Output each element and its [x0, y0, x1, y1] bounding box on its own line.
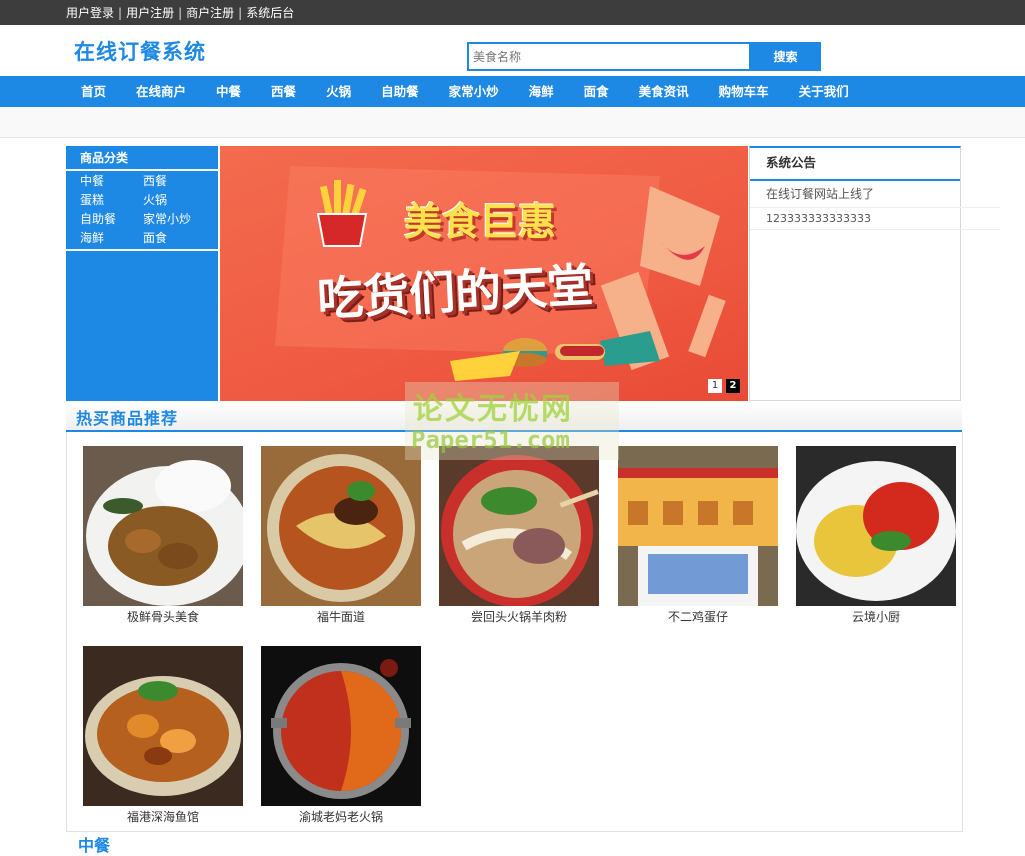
hotpot-icon	[261, 646, 421, 806]
banner-pagination: 1 2	[708, 379, 740, 393]
beef-noodle-bowl-icon	[261, 446, 421, 606]
admin-link[interactable]: 系统后台	[246, 4, 294, 21]
banner-page-2[interactable]: 2	[726, 379, 740, 393]
notice-item[interactable]: 在线订餐网站上线了	[750, 181, 1000, 208]
nav-item-merchants[interactable]: 在线商户	[121, 76, 201, 107]
product-image[interactable]	[618, 446, 778, 606]
product-name[interactable]: 福港深海鱼馆	[83, 807, 243, 827]
hotdog-icon	[555, 344, 605, 360]
egg-waffle-shop-icon	[618, 446, 778, 606]
link-separator: |	[118, 5, 123, 20]
category-sidebar: 商品分类 中餐 西餐 蛋糕 火锅 自助餐 家常小炒 海鲜 面食	[66, 146, 218, 401]
user-login-link[interactable]: 用户登录	[66, 4, 114, 21]
product-image[interactable]	[439, 446, 599, 606]
category-item[interactable]: 海鲜	[80, 229, 143, 247]
category-item[interactable]: 西餐	[143, 172, 213, 190]
notice-panel: 系统公告 在线订餐网站上线了 123333333333333	[749, 146, 1000, 401]
product-image[interactable]	[83, 646, 243, 806]
top-bar: 用户登录 | 用户注册 | 商户注册 | 系统后台	[0, 0, 1025, 25]
site-logo[interactable]: 在线订餐系统	[74, 36, 206, 66]
nav-item-hotpot[interactable]: 火锅	[311, 76, 366, 107]
nav-item-homestyle[interactable]: 家常小炒	[434, 76, 514, 107]
category-item[interactable]: 自助餐	[80, 210, 143, 228]
product-card[interactable]: 渝城老妈老火锅	[261, 646, 421, 827]
product-name[interactable]: 极鲜骨头美食	[83, 607, 243, 627]
product-card[interactable]: 不二鸡蛋仔	[618, 446, 778, 627]
banner-headline: 美食巨惠	[403, 200, 556, 244]
category-title: 商品分类	[66, 146, 218, 171]
main-nav: 首页 在线商户 中餐 西餐 火锅 自助餐 家常小炒 海鲜 面食 美食资讯 购物车…	[0, 76, 1025, 107]
fish-stew-bowl-icon	[83, 646, 243, 806]
top-links: 用户登录 | 用户注册 | 商户注册 | 系统后台	[66, 0, 294, 25]
link-separator: |	[178, 5, 183, 20]
hot-products-grid: 极鲜骨头美食 福牛面道 尝回头火锅羊肉粉 不二鸡蛋仔 云境小厨 福港深海鱼馆 渝…	[66, 432, 963, 832]
sub-bar	[0, 107, 1025, 138]
braised-meat-plate-icon	[83, 446, 243, 606]
category-item[interactable]: 蛋糕	[80, 191, 143, 209]
product-card[interactable]: 极鲜骨头美食	[83, 446, 243, 627]
product-image[interactable]	[261, 446, 421, 606]
product-name[interactable]: 渝城老妈老火锅	[261, 807, 421, 827]
nav-item-noodles[interactable]: 面食	[569, 76, 624, 107]
nav-item-seafood[interactable]: 海鲜	[514, 76, 569, 107]
product-card[interactable]: 福港深海鱼馆	[83, 646, 243, 827]
product-name[interactable]: 尝回头火锅羊肉粉	[439, 607, 599, 627]
notice-item[interactable]: 123333333333333	[750, 208, 1000, 230]
mutton-noodle-bowl-icon	[439, 446, 599, 606]
category-list: 中餐 西餐 蛋糕 火锅 自助餐 家常小炒 海鲜 面食	[66, 171, 218, 251]
product-name[interactable]: 云境小厨	[796, 607, 956, 627]
search-button[interactable]: 搜索	[750, 42, 821, 71]
merchant-register-link[interactable]: 商户注册	[186, 4, 234, 21]
banner-page-1[interactable]: 1	[708, 379, 722, 393]
notice-title: 系统公告	[750, 148, 960, 181]
nav-item-cart[interactable]: 购物车车	[704, 76, 784, 107]
section-title-chinese: 中餐	[78, 836, 111, 855]
product-name[interactable]: 福牛面道	[261, 607, 421, 627]
product-image[interactable]	[83, 446, 243, 606]
product-card[interactable]: 尝回头火锅羊肉粉	[439, 446, 599, 627]
product-image[interactable]	[796, 446, 956, 606]
hot-products-header: 热买商品推荐	[66, 402, 962, 432]
nav-item-home[interactable]: 首页	[66, 76, 121, 107]
category-item[interactable]: 火锅	[143, 191, 213, 209]
user-register-link[interactable]: 用户注册	[126, 4, 174, 21]
product-name[interactable]: 不二鸡蛋仔	[618, 607, 778, 627]
nav-item-western[interactable]: 西餐	[256, 76, 311, 107]
nav-item-chinese[interactable]: 中餐	[201, 76, 256, 107]
hot-products-title: 热买商品推荐	[76, 409, 179, 428]
steamed-fish-plate-icon	[796, 446, 956, 606]
nav-item-buffet[interactable]: 自助餐	[366, 76, 434, 107]
product-card[interactable]: 云境小厨	[796, 446, 956, 627]
nav-item-news[interactable]: 美食资讯	[624, 76, 704, 107]
promo-banner[interactable]: 美食巨惠 吃货们的天堂 1 2	[220, 146, 748, 401]
nav-item-about[interactable]: 关于我们	[784, 76, 864, 107]
search-input[interactable]	[467, 42, 751, 71]
product-card[interactable]: 福牛面道	[261, 446, 421, 627]
product-image[interactable]	[261, 646, 421, 806]
category-item[interactable]: 中餐	[80, 172, 143, 190]
link-separator: |	[238, 5, 243, 20]
category-item[interactable]: 家常小炒	[143, 210, 213, 228]
category-item[interactable]: 面食	[143, 229, 213, 247]
